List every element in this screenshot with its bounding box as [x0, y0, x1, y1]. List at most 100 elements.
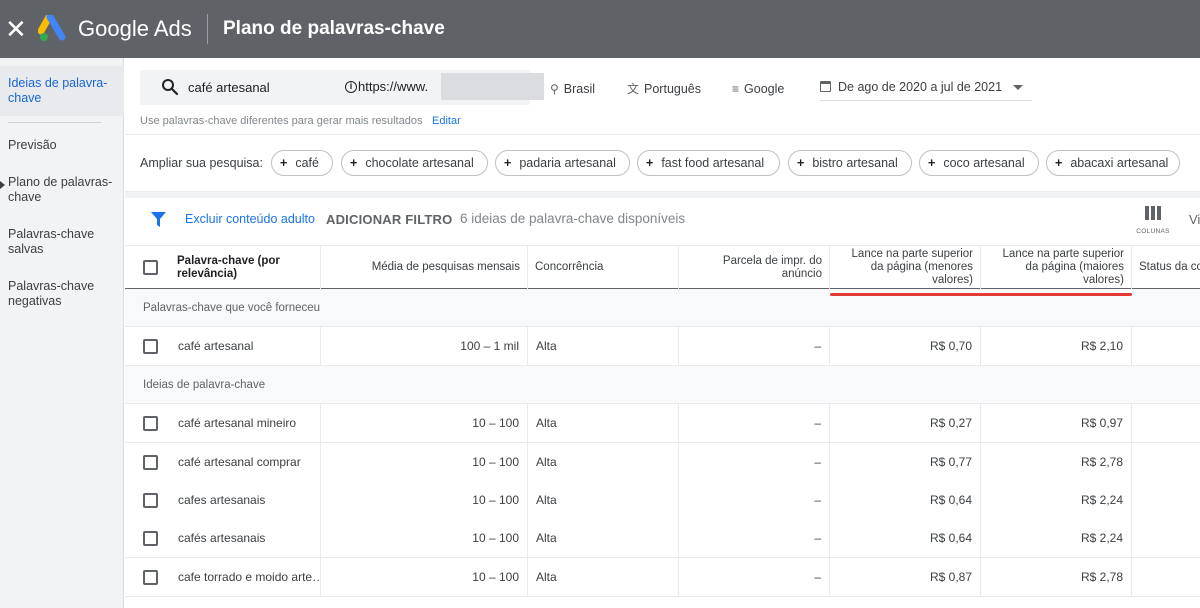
column-header-bid-low[interactable]: Lance na parte superior da página (menor…: [830, 246, 981, 289]
table-row[interactable]: cafés artesanais 10 – 100 Alta – R$ 0,64…: [125, 519, 1200, 558]
url-input[interactable]: https://www.: [358, 79, 428, 94]
location-label: Brasil: [563, 82, 596, 96]
avg-searches-cell: 10 – 100: [321, 519, 528, 557]
impression-share-cell: –: [679, 443, 830, 481]
row-checkbox[interactable]: [143, 416, 158, 431]
plus-icon: +: [280, 156, 288, 170]
view-button[interactable]: Vi: [1189, 212, 1200, 227]
chip-label: coco artesanal: [943, 156, 1025, 170]
filter-icon[interactable]: [151, 212, 166, 228]
bid-high-cell: R$ 2,78: [981, 558, 1132, 596]
chip-label: fast food artesanal: [661, 156, 765, 170]
keyword-cell: cafés artesanais: [170, 519, 321, 557]
select-all-checkbox[interactable]: [143, 260, 158, 275]
row-checkbox[interactable]: [143, 339, 158, 354]
brand-name: Google Ads: [78, 16, 192, 41]
suggestion-chip[interactable]: + padaria artesanal: [495, 150, 630, 176]
competition-cell: Alta: [528, 404, 679, 442]
suggestion-chip[interactable]: + coco artesanal: [919, 150, 1039, 176]
page-title: Plano de palavras-chave: [223, 18, 445, 39]
network-selector[interactable]: ≡ Google: [732, 80, 784, 98]
bid-low-cell: R$ 0,27: [830, 404, 981, 442]
columns-icon: [1145, 206, 1161, 220]
top-bar: ✕ Google Ads Plano de palavras-chave: [0, 0, 1200, 58]
column-header-avg-searches[interactable]: Média de pesquisas mensais: [321, 246, 528, 289]
bid-low-cell: R$ 0,70: [830, 327, 981, 365]
table-row[interactable]: café artesanal mineiro 10 – 100 Alta – R…: [125, 404, 1200, 443]
table-row[interactable]: cafes artesanais 10 – 100 Alta – R$ 0,64…: [125, 481, 1200, 520]
avg-searches-cell: 10 – 100: [321, 404, 528, 442]
plus-icon: +: [797, 156, 805, 170]
search-input[interactable]: [188, 78, 328, 97]
plus-icon: +: [1055, 156, 1063, 170]
search-box[interactable]: i https://www.: [140, 70, 544, 105]
search-hint: Use palavras-chave diferentes para gerar…: [140, 115, 423, 127]
competition-cell: Alta: [528, 443, 679, 481]
bid-high-cell: R$ 2,10: [981, 327, 1132, 365]
row-checkbox[interactable]: [143, 570, 158, 585]
suggestion-chip[interactable]: + bistro artesanal: [788, 150, 912, 176]
bid-high-cell: R$ 2,78: [981, 443, 1132, 481]
impression-share-cell: –: [679, 519, 830, 557]
suggestion-chip[interactable]: + abacaxi artesanal: [1046, 150, 1180, 176]
date-range-selector[interactable]: De ago de 2020 a jul de 2021: [820, 73, 1032, 101]
sidebar-item-saved-keywords[interactable]: Palavras-chave salvas: [0, 227, 124, 257]
location-pin-icon: ⚲: [550, 82, 559, 96]
bid-high-cell: R$ 2,24: [981, 519, 1132, 557]
column-header-competition[interactable]: Concorrência: [528, 246, 679, 289]
keyword-cell: cafe torrado e moido arte…: [170, 558, 321, 596]
column-header-bid-high[interactable]: Lance na parte superior da página (maior…: [981, 246, 1132, 289]
group-header-ideas: Ideias de palavra-chave: [125, 366, 1200, 404]
info-icon: i: [345, 81, 357, 93]
chip-label: chocolate artesanal: [365, 156, 474, 170]
row-checkbox[interactable]: [143, 493, 158, 508]
sidebar-item-keyword-ideas[interactable]: Ideias de palavra-chave: [0, 66, 124, 116]
plus-icon: +: [646, 156, 654, 170]
location-selector[interactable]: ⚲ Brasil: [550, 80, 595, 98]
suggestion-chip[interactable]: + fast food artesanal: [637, 150, 780, 176]
avg-searches-cell: 10 – 100: [321, 481, 528, 519]
date-range-label: De ago de 2020 a jul de 2021: [838, 80, 1003, 94]
table-row[interactable]: café artesanal comprar 10 – 100 Alta – R…: [125, 443, 1200, 482]
impression-share-cell: –: [679, 327, 830, 365]
table-header: Palavra-chave (por relevância) Média de …: [125, 245, 1200, 289]
network-label: Google: [744, 82, 785, 96]
bid-low-cell: R$ 0,64: [830, 481, 981, 519]
sidebar-item-keyword-plan[interactable]: Plano de palavras-chave: [0, 175, 124, 205]
calendar-icon: [820, 81, 831, 92]
exclude-adult-filter[interactable]: Excluir conteúdo adulto: [185, 212, 315, 226]
expand-label: Ampliar sua pesquisa:: [140, 156, 263, 170]
keyword-cell: café artesanal mineiro: [170, 404, 321, 442]
language-label: Português: [644, 82, 701, 96]
highlight-underline: [830, 293, 1132, 296]
language-selector[interactable]: 文 Português: [627, 80, 701, 98]
edit-link[interactable]: Editar: [432, 115, 461, 127]
chip-label: bistro artesanal: [812, 156, 898, 170]
column-header-keyword[interactable]: Palavra-chave (por relevância): [170, 246, 321, 289]
table-row[interactable]: cafe torrado e moido arte… 10 – 100 Alta…: [125, 558, 1200, 597]
sidebar-item-negative-keywords[interactable]: Palavras-chave negativas: [0, 279, 124, 309]
search-area: i https://www. ⚲ Brasil 文 Português ≡ Googl…: [125, 58, 1200, 133]
columns-button[interactable]: COLUNAS: [1133, 204, 1173, 240]
table-toolbar: Excluir conteúdo adulto ADICIONAR FILTRO…: [125, 198, 1200, 245]
avg-searches-cell: 10 – 100: [321, 443, 528, 481]
keyword-cell: cafes artesanais: [170, 481, 321, 519]
competition-cell: Alta: [528, 558, 679, 596]
column-header-impression-share[interactable]: Parcela de impr. do anúncio: [679, 246, 830, 289]
suggestion-chip[interactable]: + café: [271, 150, 333, 176]
add-filter-button[interactable]: ADICIONAR FILTRO: [326, 212, 452, 227]
expand-search-row: Ampliar sua pesquisa: + café + chocolate a…: [125, 134, 1200, 192]
ideas-count: 6 ideias de palavra-chave disponíveis: [460, 211, 686, 226]
dropdown-arrow-icon: [1013, 85, 1023, 90]
row-checkbox[interactable]: [143, 455, 158, 470]
suggestion-chip[interactable]: + chocolate artesanal: [341, 150, 488, 176]
chip-label: abacaxi artesanal: [1070, 156, 1169, 170]
sidebar: Ideias de palavra-chave Previsão Plano d…: [0, 58, 124, 608]
chip-label: café: [295, 156, 319, 170]
close-icon[interactable]: ✕: [5, 12, 27, 46]
table-row[interactable]: café artesanal 100 – 1 mil Alta – R$ 0,7…: [125, 327, 1200, 366]
avg-searches-cell: 100 – 1 mil: [321, 327, 528, 365]
column-header-status[interactable]: Status da co: [1132, 246, 1200, 289]
sidebar-item-forecast[interactable]: Previsão: [0, 138, 124, 153]
row-checkbox[interactable]: [143, 531, 158, 546]
